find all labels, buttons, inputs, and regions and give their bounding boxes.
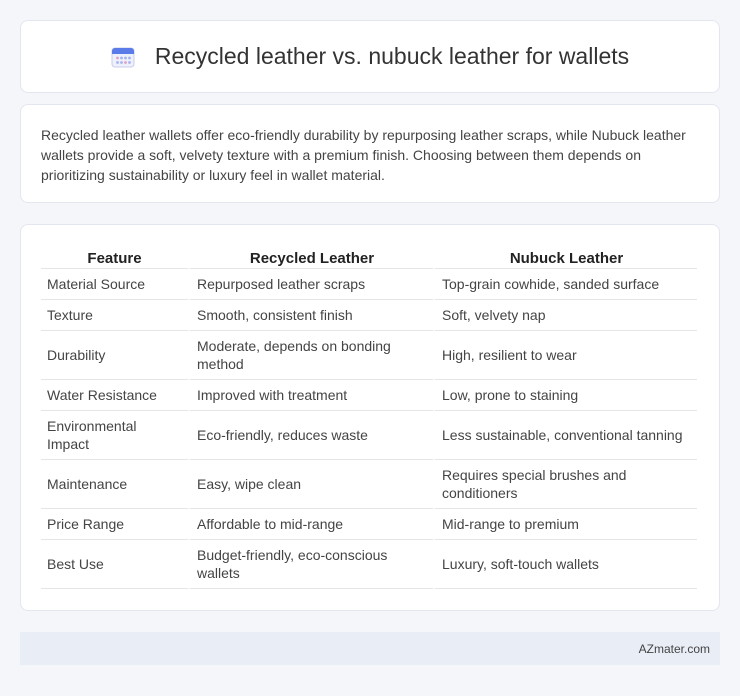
recycled-cell: Repurposed leather scraps — [188, 269, 433, 300]
footer: AZmater.com — [20, 632, 720, 665]
feature-cell: Environmental Impact — [41, 411, 188, 460]
recycled-cell: Improved with treatment — [188, 380, 433, 411]
feature-cell: Best Use — [41, 540, 188, 589]
title-card: Recycled leather vs. nubuck leather for … — [20, 20, 720, 93]
calendar-icon — [111, 45, 135, 69]
nubuck-cell: Less sustainable, conventional tanning — [433, 411, 697, 460]
table-row: Maintenance Easy, wipe clean Requires sp… — [41, 460, 697, 509]
feature-cell: Texture — [41, 300, 188, 331]
intro-text: Recycled leather wallets offer eco-frien… — [41, 127, 686, 183]
column-header-nubuck: Nubuck Leather — [433, 245, 697, 269]
nubuck-cell: Mid-range to premium — [433, 509, 697, 540]
table-row: Texture Smooth, consistent finish Soft, … — [41, 300, 697, 331]
intro-card: Recycled leather wallets offer eco-frien… — [20, 104, 720, 203]
comparison-table: Feature Recycled Leather Nubuck Leather … — [41, 245, 697, 589]
feature-cell: Material Source — [41, 269, 188, 300]
feature-cell: Maintenance — [41, 460, 188, 509]
column-header-feature: Feature — [41, 245, 188, 269]
footer-site-link[interactable]: AZmater.com — [639, 642, 710, 656]
feature-cell: Water Resistance — [41, 380, 188, 411]
table-row: Durability Moderate, depends on bonding … — [41, 331, 697, 380]
table-row: Best Use Budget-friendly, eco-conscious … — [41, 540, 697, 589]
recycled-cell: Easy, wipe clean — [188, 460, 433, 509]
feature-cell: Price Range — [41, 509, 188, 540]
nubuck-cell: Top-grain cowhide, sanded surface — [433, 269, 697, 300]
recycled-cell: Smooth, consistent finish — [188, 300, 433, 331]
page: Recycled leather vs. nubuck leather for … — [0, 0, 740, 696]
feature-cell: Durability — [41, 331, 188, 380]
table-row: Material Source Repurposed leather scrap… — [41, 269, 697, 300]
nubuck-cell: Soft, velvety nap — [433, 300, 697, 331]
table-row: Price Range Affordable to mid-range Mid-… — [41, 509, 697, 540]
nubuck-cell: Luxury, soft-touch wallets — [433, 540, 697, 589]
column-header-recycled: Recycled Leather — [188, 245, 433, 269]
table-header-row: Feature Recycled Leather Nubuck Leather — [41, 245, 697, 269]
comparison-table-card: Feature Recycled Leather Nubuck Leather … — [20, 224, 720, 611]
table-row: Water Resistance Improved with treatment… — [41, 380, 697, 411]
recycled-cell: Moderate, depends on bonding method — [188, 331, 433, 380]
nubuck-cell: High, resilient to wear — [433, 331, 697, 380]
nubuck-cell: Low, prone to staining — [433, 380, 697, 411]
page-title: Recycled leather vs. nubuck leather for … — [154, 43, 630, 69]
nubuck-cell: Requires special brushes and conditioner… — [433, 460, 697, 509]
table-row: Environmental Impact Eco-friendly, reduc… — [41, 411, 697, 460]
recycled-cell: Budget-friendly, eco-conscious wallets — [188, 540, 433, 589]
recycled-cell: Eco-friendly, reduces waste — [188, 411, 433, 460]
recycled-cell: Affordable to mid-range — [188, 509, 433, 540]
